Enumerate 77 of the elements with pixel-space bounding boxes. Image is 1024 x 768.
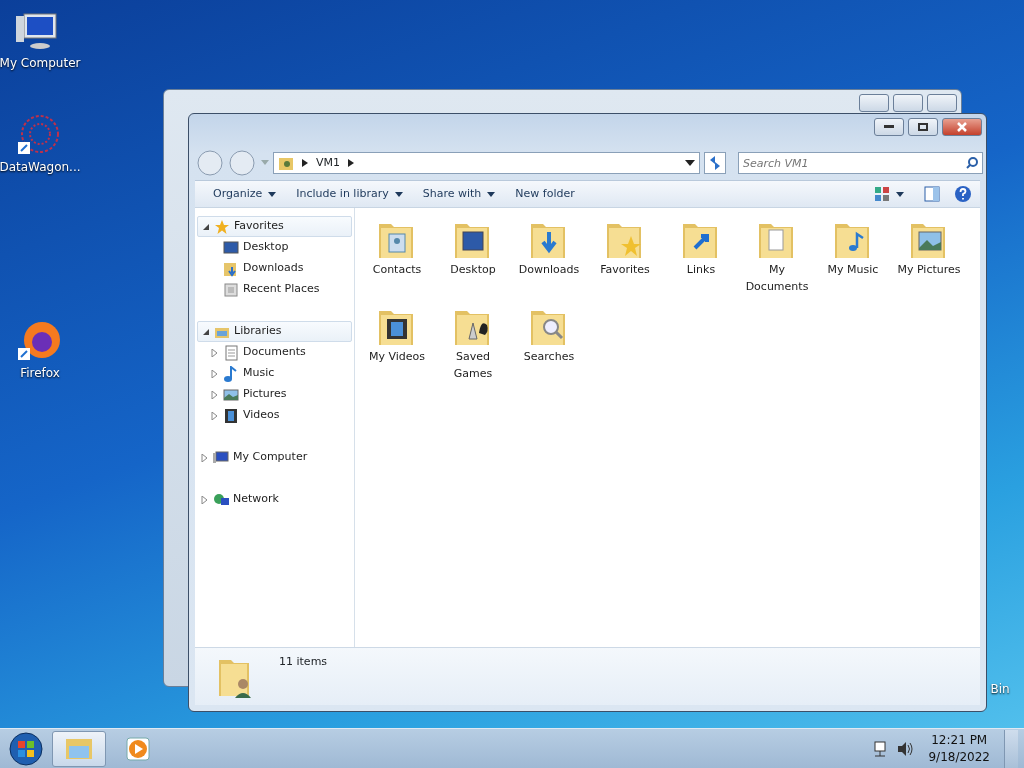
- folder-item[interactable]: Favorites: [587, 216, 663, 297]
- nav-item[interactable]: Pictures: [197, 384, 352, 405]
- clock[interactable]: 12:21 PM 9/18/2022: [920, 731, 998, 766]
- clock-time: 12:21 PM: [930, 731, 989, 749]
- folder-item[interactable]: My Videos: [359, 303, 435, 384]
- nav-item[interactable]: Documents: [197, 342, 352, 363]
- close-button[interactable]: [942, 118, 982, 136]
- collapsed-arrow-icon[interactable]: [211, 348, 219, 357]
- nav-item[interactable]: Videos: [197, 405, 352, 426]
- folder-item[interactable]: Downloads: [511, 216, 587, 297]
- document-icon: [223, 344, 239, 361]
- star-icon: [214, 218, 230, 235]
- forward-button[interactable]: [229, 150, 257, 176]
- toolbar-button[interactable]: New folder: [505, 182, 585, 206]
- window-close-button[interactable]: [927, 94, 957, 112]
- dropdown-arrow-icon[interactable]: [685, 160, 695, 166]
- nav-item[interactable]: Recent Places: [197, 279, 352, 300]
- folder-item[interactable]: Searches: [511, 303, 587, 384]
- window-minimize-button[interactable]: [859, 94, 889, 112]
- collapsed-arrow-icon[interactable]: [201, 495, 209, 504]
- chevron-icon: [302, 159, 308, 167]
- folder-download-icon: [223, 260, 239, 277]
- start-button[interactable]: [6, 730, 46, 767]
- show-desktop-button[interactable]: [1004, 729, 1018, 768]
- film-icon: [223, 407, 239, 424]
- minimize-button[interactable]: [874, 118, 904, 136]
- folder-item[interactable]: My Documents: [739, 216, 815, 297]
- minimize-icon: [884, 125, 894, 129]
- expanded-arrow-icon[interactable]: [202, 222, 210, 231]
- dropdown-arrow-icon: [896, 191, 904, 197]
- nav-item[interactable]: My Computer: [197, 447, 352, 468]
- chevron-icon: [348, 159, 354, 167]
- refresh-icon[interactable]: [704, 152, 726, 174]
- maximize-button[interactable]: [908, 118, 938, 136]
- folder-item[interactable]: Links: [663, 216, 739, 297]
- folder-item[interactable]: My Pictures: [891, 216, 967, 297]
- clock-date: 9/18/2022: [928, 748, 990, 766]
- folder-item[interactable]: Desktop: [435, 216, 511, 297]
- globe-monitor-icon: [213, 491, 229, 508]
- toolbar-button[interactable]: Include in library: [286, 182, 413, 206]
- monitor-icon: [213, 449, 229, 466]
- collapsed-arrow-icon[interactable]: [201, 453, 209, 462]
- search-field[interactable]: Search VM1: [738, 152, 983, 174]
- nav-item[interactable]: Libraries: [197, 321, 352, 342]
- nav-item[interactable]: Music: [197, 363, 352, 384]
- help-icon[interactable]: [954, 185, 972, 203]
- collapsed-arrow-icon[interactable]: [211, 411, 219, 420]
- folder-item[interactable]: Saved Games: [435, 303, 511, 384]
- window-maximize-button[interactable]: [893, 94, 923, 112]
- nav-item[interactable]: Favorites: [197, 216, 352, 237]
- view-grid-icon: [874, 186, 890, 202]
- toolbar-button[interactable]: Organize: [203, 182, 287, 206]
- address-bar[interactable]: VM1: [273, 152, 700, 174]
- nav-item[interactable]: Downloads: [197, 258, 352, 279]
- music-note-icon: [223, 365, 239, 382]
- collapsed-arrow-icon[interactable]: [211, 390, 219, 399]
- recent-places-icon: [223, 281, 239, 298]
- item-count: 11 items: [279, 654, 328, 670]
- desktop-icon-label[interactable]: My Computer: [0, 54, 81, 72]
- desktop-icon-label[interactable]: DataWagon...: [0, 158, 81, 176]
- nav-item[interactable]: Desktop: [197, 237, 352, 258]
- monitor-icon: [223, 239, 239, 256]
- desktop-icon-label[interactable]: Firefox: [20, 364, 60, 382]
- folder-icon: [278, 155, 294, 171]
- collapsed-arrow-icon[interactable]: [211, 369, 219, 378]
- close-icon: [957, 122, 967, 132]
- expanded-arrow-icon[interactable]: [202, 327, 210, 336]
- maximize-icon: [918, 123, 928, 131]
- toolbar-button[interactable]: Share with: [412, 182, 506, 206]
- breadcrumb-item[interactable]: VM1: [316, 154, 340, 172]
- picture-icon: [223, 386, 239, 403]
- preview-pane-icon[interactable]: [924, 186, 940, 202]
- nav-item[interactable]: Network: [197, 489, 352, 510]
- folder-item[interactable]: Contacts: [359, 216, 435, 297]
- folder-item[interactable]: My Music: [815, 216, 891, 297]
- back-button[interactable]: [197, 150, 225, 176]
- taskbar-app-button[interactable]: [52, 730, 106, 767]
